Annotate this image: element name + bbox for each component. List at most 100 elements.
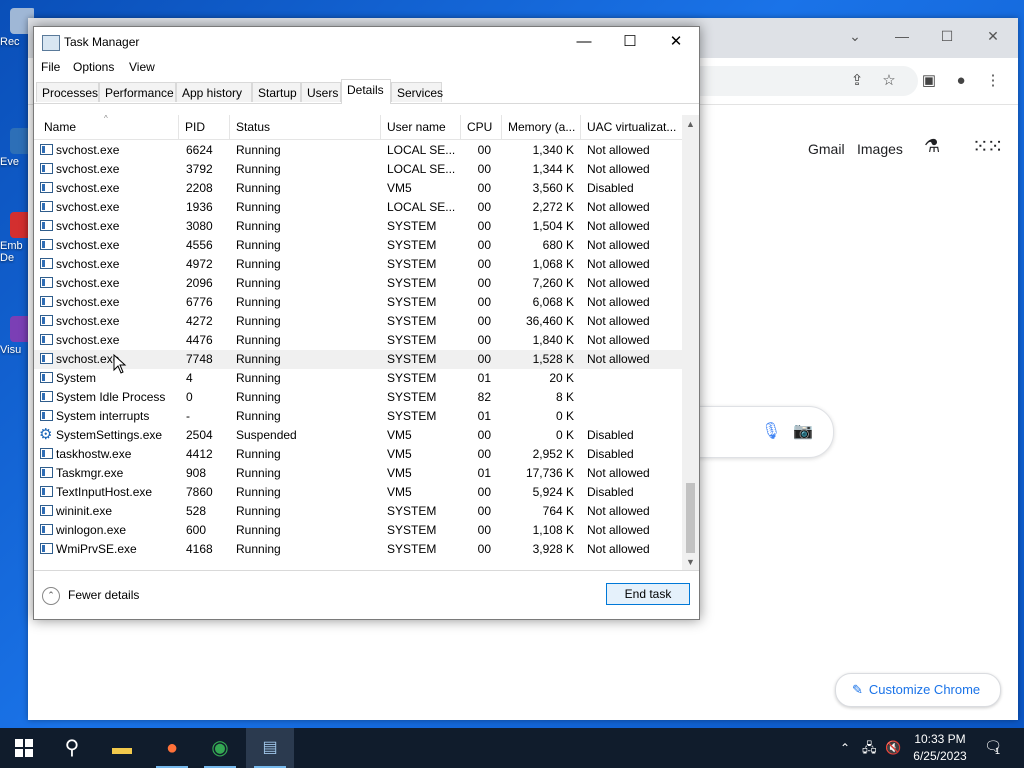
scrollbar-thumb[interactable] — [686, 483, 695, 553]
cell-pid: 3792 — [186, 162, 213, 176]
apps-grid-icon[interactable]: ⁙⁙ — [972, 134, 1003, 159]
table-row[interactable]: svchost.exe 2096 Running SYSTEM 00 7,260 K Not… — [34, 274, 682, 293]
cell-uac: Disabled — [587, 181, 634, 195]
search-icon[interactable]: ⚲ — [48, 728, 96, 768]
column-header-pid[interactable]: PID — [179, 115, 230, 139]
cell-uac: Disabled — [587, 428, 634, 442]
table-row[interactable]: taskhostw.exe 4412 Running VM5 00 2,952 K Disa… — [34, 445, 682, 464]
labs-flask-icon[interactable]: ⚗ — [924, 136, 940, 157]
table-row[interactable]: svchost.exe 3080 Running SYSTEM 00 1,504 K Not… — [34, 217, 682, 236]
menu-options[interactable]: Options — [73, 60, 114, 74]
cell-name: svchost.exe — [56, 219, 120, 233]
desktop-icon-label: Visu — [0, 344, 22, 356]
task-manager-titlebar[interactable]: Task Manager — ☐ ✕ — [34, 27, 699, 57]
minimize-button[interactable]: — — [561, 27, 607, 57]
table-row[interactable]: Taskmgr.exe 908 Running VM5 01 17,736 K Not al… — [34, 464, 682, 483]
cell-status: Running — [236, 257, 281, 271]
cell-pid: 908 — [186, 466, 207, 480]
scroll-up-icon[interactable]: ▲ — [682, 117, 699, 131]
table-row[interactable]: svchost.exe 2208 Running VM5 00 3,560 K Disabl… — [34, 179, 682, 198]
table-row[interactable]: System Idle Process 0 Running SYSTEM 82 8 K — [34, 388, 682, 407]
vertical-scrollbar[interactable]: ▲ ▼ — [682, 115, 699, 570]
maximize-button[interactable]: ☐ — [935, 26, 959, 46]
process-icon — [40, 391, 53, 402]
network-icon[interactable]: 🖧 — [862, 728, 877, 768]
menu-kebab-icon[interactable]: ⋮ — [982, 70, 1004, 92]
table-row[interactable]: System 4 Running SYSTEM 01 20 K — [34, 369, 682, 388]
table-row[interactable]: svchost.exe 7748 Running SYSTEM 00 1,528 K Not… — [34, 350, 682, 369]
tab-users[interactable]: Users — [301, 82, 341, 102]
cell-mem: 680 K — [542, 238, 574, 252]
table-row[interactable]: wininit.exe 528 Running SYSTEM 00 764 K Not al… — [34, 502, 682, 521]
microphone-icon[interactable]: 🎙 — [761, 421, 781, 441]
table-row[interactable]: winlogon.exe 600 Running SYSTEM 00 1,108 K Not… — [34, 521, 682, 540]
tab-performance[interactable]: Performance — [99, 82, 176, 102]
cell-pid: 4476 — [186, 333, 213, 347]
chrome-icon[interactable]: ◉ — [196, 728, 244, 768]
customize-chrome-button[interactable]: ✎ Customize Chrome — [835, 673, 1001, 707]
minimize-button[interactable]: — — [890, 26, 914, 46]
column-header-status[interactable]: Status — [230, 115, 381, 139]
process-icon — [40, 524, 53, 535]
table-row[interactable]: svchost.exe 1936 Running LOCAL SE... 00 2,272… — [34, 198, 682, 217]
cell-uac: Not allowed — [587, 200, 650, 214]
table-row[interactable]: WmiPrvSE.exe 4168 Running SYSTEM 00 3,928 K No… — [34, 540, 682, 559]
tab-services[interactable]: Services — [391, 82, 443, 102]
end-task-button[interactable]: End task — [606, 583, 690, 605]
cell-pid: 2504 — [186, 428, 213, 442]
table-row[interactable]: svchost.exe 4556 Running SYSTEM 00 680 K Not a… — [34, 236, 682, 255]
table-row[interactable]: svchost.exe 4272 Running SYSTEM 00 36,460 K No… — [34, 312, 682, 331]
clock[interactable]: 10:33 PM 6/25/2023 — [905, 731, 975, 765]
column-header-cpu[interactable]: CPU — [461, 115, 502, 139]
pencil-icon: ✎ — [852, 682, 863, 697]
column-header-memory[interactable]: Memory (a... — [502, 115, 581, 139]
task-manager-taskbar-icon[interactable]: ▤ — [246, 728, 294, 768]
tab-startup[interactable]: Startup — [252, 82, 301, 102]
cell-status: Running — [236, 485, 281, 499]
desktop-icon-label: Eve — [0, 156, 19, 168]
file-explorer-icon[interactable]: ▬ — [98, 728, 146, 768]
cell-status: Running — [236, 314, 281, 328]
table-row[interactable]: SystemSettings.exe 2504 Suspended VM5 00 0 K D… — [34, 425, 682, 445]
volume-muted-icon[interactable]: 🔇 — [885, 728, 901, 768]
close-button[interactable]: ✕ — [653, 27, 699, 57]
tab-strip: Processes Performance App history Startu… — [34, 79, 699, 104]
maximize-button[interactable]: ☐ — [607, 27, 653, 57]
bookmark-star-icon[interactable]: ☆ — [878, 70, 900, 92]
customize-chrome-label: Customize Chrome — [868, 682, 981, 697]
tab-app-history[interactable]: App history — [176, 82, 252, 102]
fewer-details-button[interactable]: ⌃ Fewer details — [42, 584, 139, 606]
cell-pid: 6624 — [186, 143, 213, 157]
images-link[interactable]: Images — [857, 141, 903, 157]
tab-processes[interactable]: Processes — [36, 82, 99, 102]
table-row[interactable]: svchost.exe 6624 Running LOCAL SE... 00 1,340… — [34, 141, 682, 160]
start-windows-icon[interactable] — [0, 728, 48, 768]
column-header-user-name[interactable]: User name — [381, 115, 461, 139]
menu-file[interactable]: File — [41, 60, 60, 74]
table-row[interactable]: svchost.exe 4476 Running SYSTEM 00 1,840 K Not… — [34, 331, 682, 350]
menu-view[interactable]: View — [129, 60, 155, 74]
gmail-link[interactable]: Gmail — [808, 141, 845, 157]
side-panel-icon[interactable]: ▣ — [918, 70, 940, 92]
tab-details[interactable]: Details — [341, 79, 391, 104]
notification-center-icon[interactable]: 🗨 1 — [982, 738, 1004, 758]
camera-icon[interactable]: 📷 — [793, 421, 813, 441]
cell-user: SYSTEM — [387, 352, 437, 366]
chevron-down-icon[interactable]: ⌄ — [843, 26, 867, 46]
firefox-icon[interactable]: ● — [148, 728, 196, 768]
process-icon — [40, 182, 53, 193]
cell-pid: 4168 — [186, 542, 213, 556]
table-row[interactable]: System interrupts - Running SYSTEM 01 0 K — [34, 407, 682, 426]
table-row[interactable]: svchost.exe 3792 Running LOCAL SE... 00 1,344… — [34, 160, 682, 179]
table-row[interactable]: svchost.exe 4972 Running SYSTEM 00 1,068 K Not… — [34, 255, 682, 274]
scroll-down-icon[interactable]: ▼ — [682, 555, 699, 569]
share-icon[interactable]: ⇪ — [846, 70, 868, 92]
column-header-uac[interactable]: UAC virtualizat... — [581, 115, 682, 139]
chevron-up-icon[interactable]: ⌃ — [840, 728, 850, 768]
column-header-name[interactable]: ^ Name — [34, 115, 179, 139]
process-icon — [40, 220, 53, 231]
close-button[interactable]: ✕ — [981, 26, 1005, 46]
table-row[interactable]: svchost.exe 6776 Running SYSTEM 00 6,068 K Not… — [34, 293, 682, 312]
table-row[interactable]: TextInputHost.exe 7860 Running VM5 00 5,924 K… — [34, 483, 682, 502]
profile-icon[interactable]: ● — [950, 70, 972, 92]
